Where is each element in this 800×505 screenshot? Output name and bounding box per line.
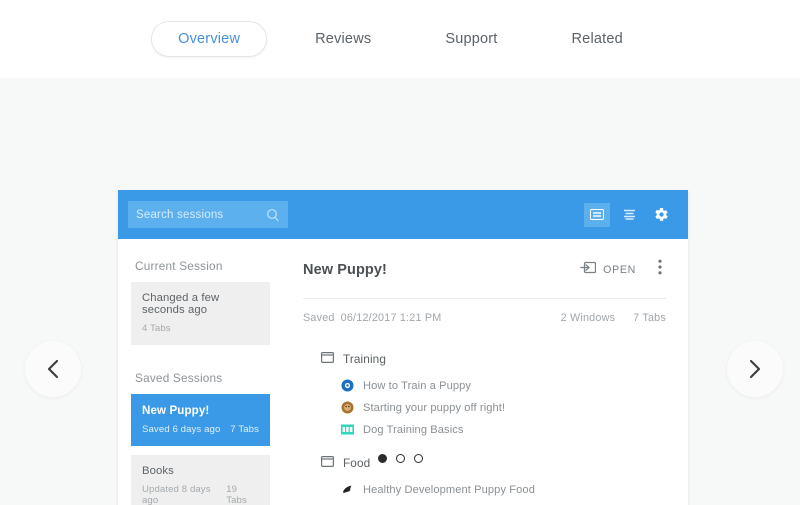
session-meta: Updated 8 days ago 19 Tabs (142, 484, 259, 505)
session-item-new-puppy[interactable]: New Puppy! Saved 6 days ago 7 Tabs (131, 394, 270, 446)
session-meta: Saved 6 days ago 7 Tabs (142, 424, 259, 435)
carousel-dot-1[interactable] (377, 454, 387, 463)
current-session-heading: Current Session (135, 259, 223, 273)
tab-related[interactable]: Related (546, 22, 649, 56)
gear-icon[interactable] (648, 203, 674, 227)
carousel-stage: Search sessions Current Session Changed … (0, 78, 800, 505)
session-detail-header: New Puppy! OPEN (303, 239, 666, 298)
carousel-dots (0, 454, 800, 463)
carousel-next-button[interactable] (727, 341, 783, 397)
tab-overview[interactable]: Overview (151, 21, 268, 57)
session-name: New Puppy! (142, 404, 210, 417)
tab-title: How to Train a Puppy (363, 379, 472, 392)
tab-list: Overview Reviews Support Related (151, 21, 649, 57)
saved-date: 06/12/2017 1:21 PM (340, 312, 442, 324)
carousel-prev-button[interactable] (25, 341, 81, 397)
session-saved-info: Saved 06/12/2017 1:21 PM 2 Windows 7 Tab… (303, 299, 666, 342)
compact-list-view-icon[interactable] (584, 202, 610, 227)
tab-row[interactable]: How to Train a Puppy (303, 379, 666, 392)
session-detail-pane: New Puppy! OPEN Saved 06/12/2017 1:21 PM… (283, 239, 688, 505)
page-title: New Puppy! (303, 261, 387, 278)
tab-title: Dog Training Basics (363, 423, 464, 436)
windows-count: 2 Windows (560, 312, 616, 324)
current-session-name: Changed a few seconds ago (142, 292, 220, 316)
app-body: Current Session Changed a few seconds ag… (118, 239, 688, 505)
kebab-menu-icon (658, 259, 662, 275)
tab-row[interactable]: Starting your puppy off right! (303, 401, 666, 414)
detailed-list-view-icon[interactable] (616, 203, 642, 227)
search-placeholder: Search sessions (136, 208, 224, 221)
current-session-meta: 4 Tabs (142, 323, 259, 334)
tab-row[interactable]: Healthy Development Puppy Food (303, 483, 666, 496)
chevron-left-icon (45, 358, 61, 380)
open-session-label: OPEN (603, 263, 636, 276)
current-session-tabs: 4 Tabs (142, 323, 171, 334)
window-icon (321, 350, 335, 368)
top-tab-bar: Overview Reviews Support Related (0, 0, 800, 78)
chevron-right-icon (747, 358, 763, 380)
teal-square-favicon (341, 423, 354, 436)
app-header-actions (584, 202, 674, 227)
saved-sessions-heading: Saved Sessions (135, 371, 223, 385)
search-sessions-field[interactable]: Search sessions (128, 201, 288, 228)
brown-circle-favicon (341, 401, 354, 414)
tab-title: Healthy Development Puppy Food (363, 483, 535, 496)
tab-group-training: Training How to Train a Puppy Starting y… (303, 350, 666, 436)
carousel-dot-2[interactable] (395, 454, 405, 463)
open-in-window-icon (580, 261, 597, 279)
session-updated: Updated 8 days ago (142, 484, 211, 505)
session-name: Books (142, 465, 174, 477)
more-options-button[interactable] (654, 257, 666, 282)
search-icon (266, 208, 280, 222)
session-updated: Saved 6 days ago (142, 424, 221, 435)
tab-reviews[interactable]: Reviews (289, 22, 397, 56)
carousel-dot-3[interactable] (413, 454, 423, 463)
session-tabcount: 7 Tabs (230, 424, 259, 435)
app-header-bar: Search sessions (118, 190, 688, 239)
sessions-sidebar: Current Session Changed a few seconds ag… (118, 239, 283, 505)
tab-support[interactable]: Support (419, 22, 523, 56)
current-session-card[interactable]: Changed a few seconds ago 4 Tabs (131, 282, 270, 345)
group-header[interactable]: Training (303, 350, 666, 368)
tab-title: Starting your puppy off right! (363, 401, 506, 414)
blue-circle-favicon (341, 379, 354, 392)
tabs-count: 7 Tabs (633, 312, 666, 324)
group-name: Training (343, 352, 386, 366)
session-tabcount: 19 Tabs (226, 484, 247, 505)
black-paw-favicon (341, 483, 354, 496)
tab-row[interactable]: Dog Training Basics (303, 423, 666, 436)
saved-label: Saved (303, 312, 335, 324)
open-session-button[interactable]: OPEN (580, 261, 636, 279)
